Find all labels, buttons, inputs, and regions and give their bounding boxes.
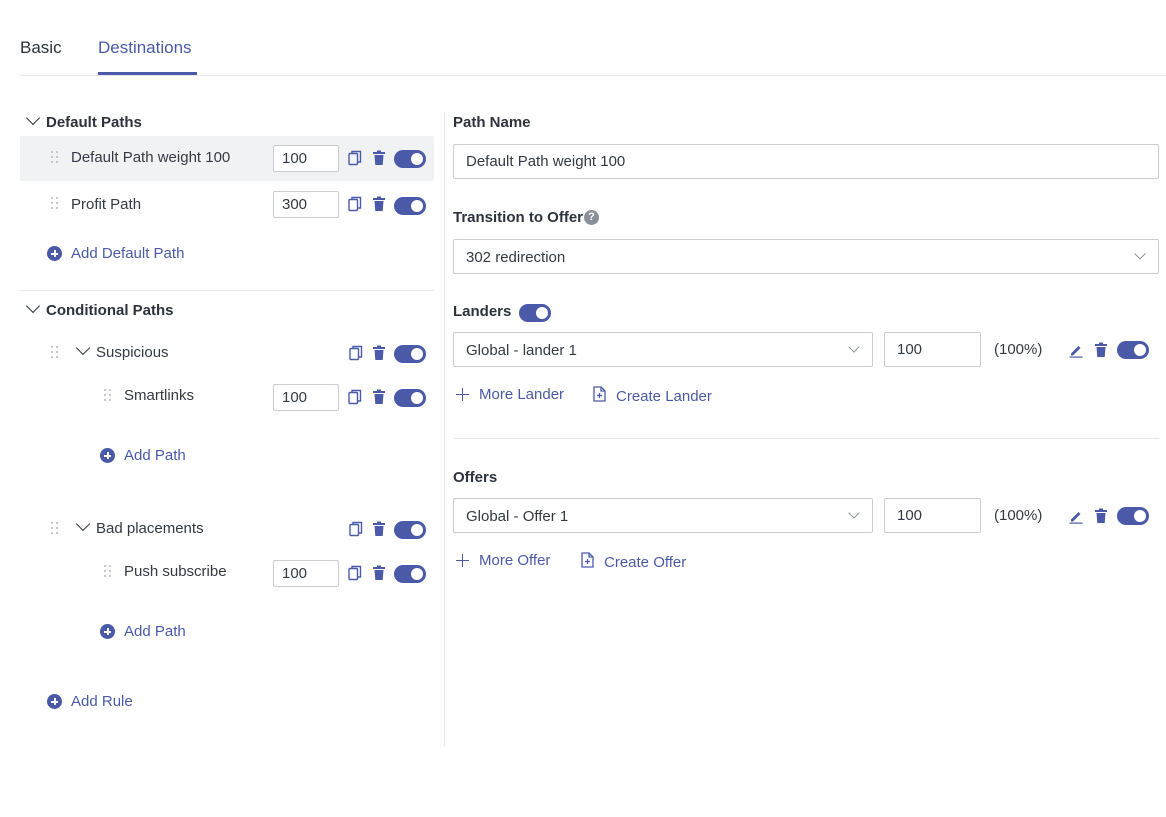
landers-toggle[interactable] bbox=[519, 304, 551, 322]
more-lander-label: More Lander bbox=[479, 386, 565, 403]
lander-select[interactable]: Global - lander 1 bbox=[453, 332, 873, 367]
drag-handle-icon[interactable] bbox=[51, 197, 59, 211]
landers-label: Landers bbox=[453, 303, 512, 320]
add-default-path-label: Add Default Path bbox=[71, 245, 185, 262]
lander-percent: (100%) bbox=[994, 341, 1043, 358]
path-weight-input[interactable] bbox=[273, 384, 339, 411]
tab-basic[interactable]: Basic bbox=[20, 38, 62, 58]
path-weight-input[interactable] bbox=[273, 191, 339, 218]
active-tab-indicator bbox=[98, 72, 197, 75]
tab-destinations[interactable]: Destinations bbox=[98, 38, 192, 58]
trash-icon[interactable] bbox=[1094, 342, 1108, 358]
edit-icon[interactable] bbox=[1069, 508, 1083, 524]
rule-toggle[interactable] bbox=[394, 345, 426, 363]
offer-select[interactable]: Global - Offer 1 bbox=[453, 498, 873, 533]
offer-percent: (100%) bbox=[994, 507, 1043, 524]
trash-icon[interactable] bbox=[1094, 508, 1108, 524]
add-rule-label: Add Rule bbox=[71, 693, 133, 710]
plus-circle-icon bbox=[47, 694, 62, 709]
path-toggle[interactable] bbox=[394, 150, 426, 168]
copy-icon[interactable] bbox=[348, 150, 362, 166]
default-paths-title: Default Paths bbox=[46, 114, 142, 131]
plus-icon bbox=[456, 554, 469, 567]
lander-weight-input[interactable] bbox=[884, 332, 981, 367]
chevron-down-icon[interactable] bbox=[25, 110, 41, 126]
rule-label[interactable]: Bad placements bbox=[96, 520, 204, 537]
path-label[interactable]: Profit Path bbox=[71, 196, 141, 213]
path-name-label: Path Name bbox=[453, 114, 531, 131]
chevron-down-icon[interactable] bbox=[75, 340, 91, 356]
drag-handle-icon[interactable] bbox=[104, 389, 112, 403]
path-label[interactable]: Smartlinks bbox=[124, 387, 194, 404]
path-label[interactable]: Default Path weight 100 bbox=[71, 149, 230, 166]
transition-select[interactable]: 302 redirection bbox=[453, 239, 1159, 274]
path-label[interactable]: Push subscribe bbox=[124, 563, 227, 580]
rule-toggle[interactable] bbox=[394, 521, 426, 539]
add-path-button[interactable]: Add Path bbox=[100, 447, 186, 464]
chevron-down-icon bbox=[848, 507, 860, 519]
create-lander-label: Create Lander bbox=[616, 387, 712, 405]
offer-weight-input[interactable] bbox=[884, 498, 981, 533]
chevron-down-icon bbox=[848, 341, 860, 353]
chevron-down-icon[interactable] bbox=[25, 298, 41, 314]
drag-handle-icon[interactable] bbox=[51, 522, 59, 536]
create-offer-button[interactable]: Create Offer bbox=[581, 552, 686, 572]
section-divider bbox=[453, 438, 1159, 439]
plus-icon bbox=[456, 388, 469, 401]
trash-icon[interactable] bbox=[372, 345, 386, 361]
copy-icon[interactable] bbox=[348, 389, 362, 405]
trash-icon[interactable] bbox=[372, 196, 386, 212]
offer-toggle[interactable] bbox=[1117, 507, 1149, 525]
trash-icon[interactable] bbox=[372, 521, 386, 537]
document-plus-icon bbox=[593, 386, 606, 406]
add-path-label: Add Path bbox=[124, 623, 186, 640]
conditional-paths-title: Conditional Paths bbox=[46, 302, 174, 319]
path-weight-input[interactable] bbox=[273, 145, 339, 172]
offers-label: Offers bbox=[453, 469, 498, 486]
chevron-down-icon bbox=[1134, 248, 1146, 260]
path-toggle[interactable] bbox=[394, 197, 426, 215]
tab-bar: Basic Destinations bbox=[20, 0, 1166, 76]
path-toggle[interactable] bbox=[394, 565, 426, 583]
plus-circle-icon bbox=[47, 246, 62, 261]
drag-handle-icon[interactable] bbox=[51, 151, 59, 165]
document-plus-icon bbox=[581, 552, 594, 572]
add-rule-button[interactable]: Add Rule bbox=[47, 693, 133, 710]
more-offer-button[interactable]: More Offer bbox=[456, 552, 550, 569]
path-weight-input[interactable] bbox=[273, 560, 339, 587]
more-lander-button[interactable]: More Lander bbox=[456, 386, 564, 403]
transition-value: 302 redirection bbox=[466, 249, 566, 266]
transition-label: Transition to Offer bbox=[453, 209, 584, 226]
path-name-input[interactable] bbox=[453, 144, 1159, 179]
drag-handle-icon[interactable] bbox=[104, 565, 112, 579]
trash-icon[interactable] bbox=[372, 389, 386, 405]
copy-icon[interactable] bbox=[348, 565, 362, 581]
trash-icon[interactable] bbox=[372, 150, 386, 166]
rule-label[interactable]: Suspicious bbox=[96, 344, 169, 361]
add-path-button[interactable]: Add Path bbox=[100, 623, 186, 640]
chevron-down-icon[interactable] bbox=[75, 516, 91, 532]
create-offer-label: Create Offer bbox=[604, 553, 687, 571]
section-divider bbox=[20, 290, 434, 291]
panel-divider bbox=[444, 112, 445, 746]
create-lander-button[interactable]: Create Lander bbox=[593, 386, 712, 406]
help-icon[interactable]: ? bbox=[584, 210, 599, 225]
path-toggle[interactable] bbox=[394, 389, 426, 407]
more-offer-label: More Offer bbox=[479, 552, 551, 569]
plus-circle-icon bbox=[100, 448, 115, 463]
add-default-path-button[interactable]: Add Default Path bbox=[47, 245, 184, 262]
edit-icon[interactable] bbox=[1069, 342, 1083, 358]
trash-icon[interactable] bbox=[372, 565, 386, 581]
drag-handle-icon[interactable] bbox=[51, 346, 59, 360]
plus-circle-icon bbox=[100, 624, 115, 639]
copy-icon[interactable] bbox=[349, 345, 363, 361]
copy-icon[interactable] bbox=[348, 196, 362, 212]
add-path-label: Add Path bbox=[124, 447, 186, 464]
offer-value: Global - Offer 1 bbox=[466, 508, 569, 525]
lander-toggle[interactable] bbox=[1117, 341, 1149, 359]
lander-value: Global - lander 1 bbox=[466, 342, 577, 359]
copy-icon[interactable] bbox=[349, 521, 363, 537]
